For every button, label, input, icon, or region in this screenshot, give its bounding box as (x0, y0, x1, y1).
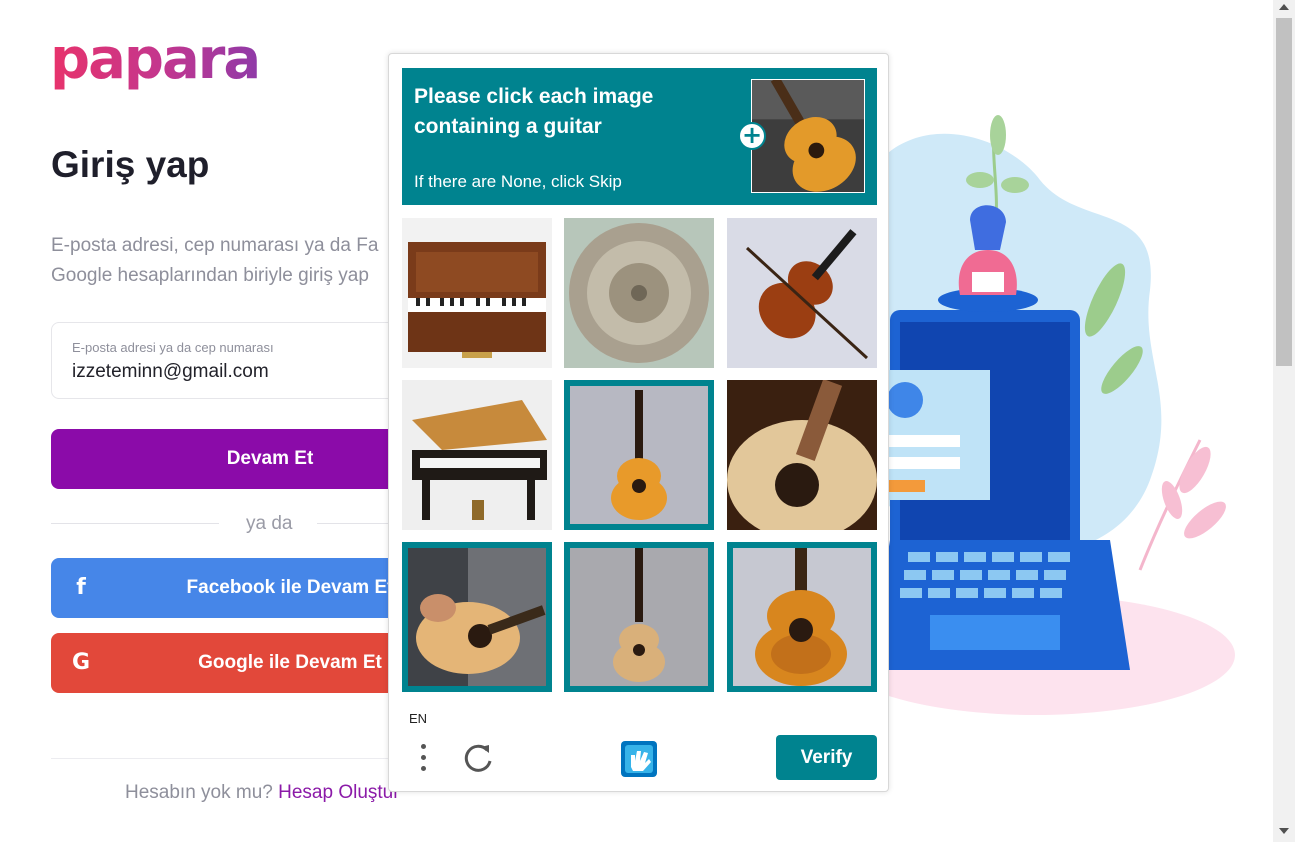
challenge-tile-3-violin[interactable] (727, 218, 877, 368)
laptop-illustration (835, 100, 1270, 720)
login-description: E-posta adresi, cep numarası ya da Fa Go… (51, 231, 396, 291)
email-input[interactable] (72, 361, 392, 383)
google-icon: G (71, 650, 91, 675)
email-field-label: E-posta adresi ya da cep numarası (72, 340, 274, 355)
challenge-tile-6-guitar-closeup[interactable] (727, 380, 877, 530)
google-login-label: Google ile Devam Et (198, 652, 382, 673)
page-title: Giriş yap (51, 144, 210, 185)
refresh-icon[interactable] (462, 741, 494, 775)
continue-button-label: Devam Et (226, 448, 314, 469)
papara-logo[interactable]: papara (50, 28, 261, 92)
zoom-example-plus-icon[interactable]: + (738, 122, 766, 150)
hcaptcha-challenge: Please click each image containing a gui… (388, 53, 889, 792)
challenge-tile-1-upright-piano[interactable] (402, 218, 552, 368)
challenge-example-image[interactable] (751, 79, 865, 193)
challenge-prompt: Please click each image containing a gui… (414, 85, 654, 138)
scroll-down-arrow-icon[interactable] (1279, 828, 1289, 834)
facebook-icon: f (76, 575, 86, 600)
language-selector[interactable]: EN (409, 711, 427, 726)
challenge-header: Please click each image containing a gui… (402, 68, 877, 205)
login-description-line-1: E-posta adresi, cep numarası ya da Fa (51, 235, 379, 256)
scroll-up-arrow-icon[interactable] (1279, 4, 1289, 10)
challenge-tile-2-gong[interactable] (564, 218, 714, 368)
signup-link[interactable]: Hesap Oluştur (278, 782, 399, 803)
page-scrollbar[interactable] (1273, 0, 1295, 842)
menu-dots-icon[interactable] (419, 744, 427, 774)
challenge-hint: If there are None, click Skip (414, 172, 622, 191)
scrollbar-thumb[interactable] (1276, 18, 1292, 366)
challenge-tile-4-grand-piano[interactable] (402, 380, 552, 530)
signup-prompt: Hesabın yok mu? Hesap Oluştur (125, 782, 400, 804)
divider-line-left (51, 523, 219, 524)
challenge-tile-7-person-playing-guitar[interactable] (402, 542, 552, 692)
verify-button[interactable]: Verify (776, 735, 877, 780)
challenge-tile-5-guitar[interactable] (564, 380, 714, 530)
login-description-line-2: Google hesaplarından biriyle giriş yap (51, 265, 369, 286)
email-field[interactable]: E-posta adresi ya da cep numarası (51, 322, 396, 399)
facebook-login-label: Facebook ile Devam Et (186, 577, 394, 598)
signup-question: Hesabın yok mu? (125, 782, 273, 803)
hcaptcha-logo-icon[interactable] (617, 737, 661, 781)
challenge-tile-9-guitar[interactable] (727, 542, 877, 692)
divider-text: ya da (246, 513, 293, 534)
challenge-tile-8-guitar[interactable] (564, 542, 714, 692)
